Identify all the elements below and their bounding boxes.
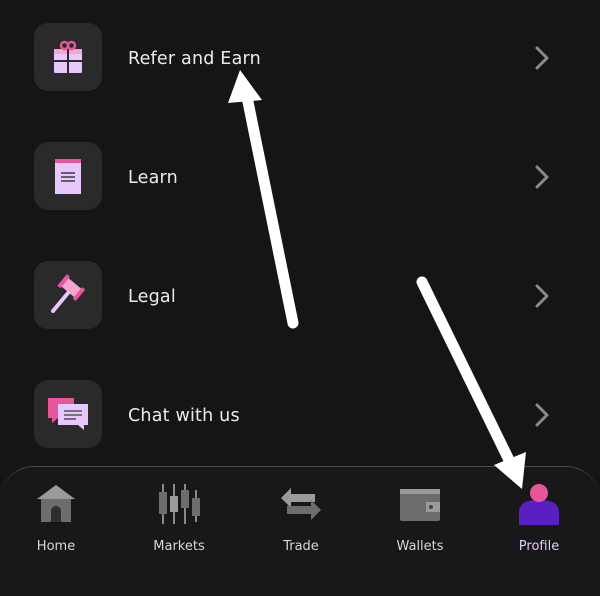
chevron-right-icon: [535, 46, 549, 70]
menu-label-legal: Legal: [128, 287, 176, 307]
gavel-icon: [34, 261, 102, 329]
nav-label-wallets: Wallets: [396, 539, 444, 554]
home-icon: [37, 485, 75, 522]
menu-item-learn[interactable]: Learn: [0, 125, 600, 225]
menu-item-legal[interactable]: Legal: [0, 244, 600, 344]
wallet-icon: [400, 489, 440, 521]
nav-label-profile: Profile: [518, 539, 560, 554]
nav-item-wallets[interactable]: Wallets: [365, 482, 475, 562]
chevron-right-icon: [535, 165, 549, 189]
nav-item-trade[interactable]: Trade: [246, 482, 356, 562]
chat-bubbles-icon: [34, 380, 102, 448]
swap-arrows-icon: [281, 488, 321, 520]
chevron-right-icon: [535, 403, 549, 427]
menu-label-refer-and-earn: Refer and Earn: [128, 49, 261, 69]
notebook-icon: [34, 142, 102, 210]
profile-icon: [519, 484, 559, 525]
menu-item-chat-with-us[interactable]: Chat with us: [0, 363, 600, 463]
menu-label-learn: Learn: [128, 168, 178, 188]
menu-label-chat-with-us: Chat with us: [128, 406, 240, 426]
chevron-right-icon: [535, 284, 549, 308]
gift-icon: [34, 23, 102, 91]
nav-item-profile[interactable]: Profile: [484, 482, 594, 562]
nav-label-trade: Trade: [283, 539, 319, 554]
menu-item-refer-and-earn[interactable]: Refer and Earn: [0, 6, 600, 106]
nav-item-home[interactable]: Home: [1, 482, 111, 562]
nav-label-markets: Markets: [153, 539, 205, 554]
candlestick-icon: [159, 484, 200, 524]
nav-item-markets[interactable]: Markets: [124, 482, 234, 562]
nav-label-home: Home: [36, 539, 76, 554]
